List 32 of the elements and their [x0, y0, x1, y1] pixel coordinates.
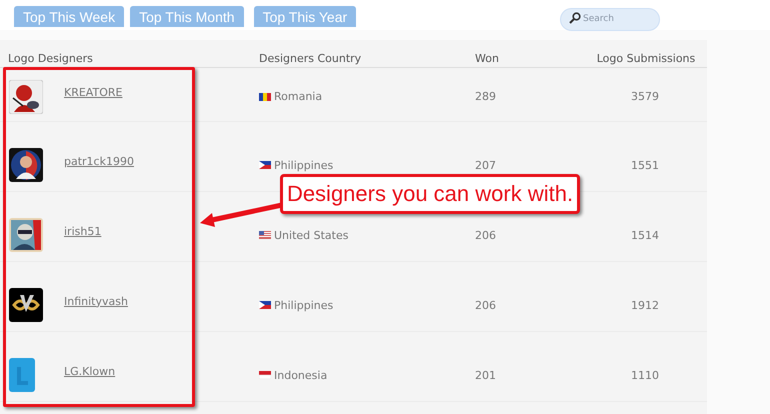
country-name: Philippines [274, 298, 334, 312]
won-count: 206 [475, 298, 497, 312]
flag-icon [259, 92, 271, 100]
callout-note: Designers you can work with. [280, 174, 580, 214]
column-header: Won [475, 52, 500, 65]
flag-icon [259, 231, 271, 239]
country-name: United States [274, 228, 348, 242]
designer-link[interactable]: KREATORE [64, 86, 122, 99]
flag-icon [259, 161, 271, 169]
search-field[interactable]: Search [560, 8, 660, 30]
won-count: 207 [475, 158, 497, 172]
flag-icon [259, 301, 271, 309]
country-name: Romania [274, 90, 322, 103]
designer-link[interactable]: Infinityvash [64, 294, 128, 308]
country-name: Philippines [274, 158, 334, 172]
won-count: 206 [475, 228, 497, 242]
country-name: Indonesia [274, 368, 328, 382]
submission-count: 1551 [630, 158, 660, 172]
won-count: 201 [475, 368, 497, 382]
submission-count: 1110 [630, 368, 660, 382]
column-header: Logo Designers [7, 52, 94, 65]
column-header: Logo Submissions [596, 52, 696, 65]
submission-count: 1514 [630, 228, 660, 242]
column-header: Designers Country [259, 52, 362, 65]
flag-icon [259, 371, 271, 379]
designer-link[interactable]: irish51 [64, 224, 102, 238]
designer-link[interactable]: patr1ck1990 [64, 154, 134, 168]
search-icon [569, 12, 581, 24]
designer-link[interactable]: LG.Klown [64, 364, 116, 378]
submission-count: 1912 [630, 298, 660, 312]
won-count: 289 [475, 90, 497, 103]
submission-count: 3579 [630, 90, 660, 103]
